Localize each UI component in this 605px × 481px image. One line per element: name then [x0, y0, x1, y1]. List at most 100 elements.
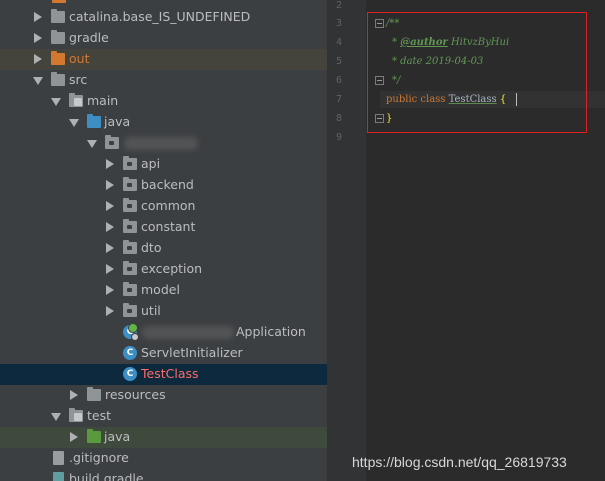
line-number: 6 — [335, 75, 342, 86]
tree-item-label: exception — [141, 261, 203, 276]
tree-item-test-java[interactable]: java — [0, 427, 327, 448]
tree-item-gradle[interactable]: gradle — [0, 28, 327, 49]
build-folder-partial[interactable] — [52, 0, 112, 3]
chevron-right-icon[interactable] — [34, 12, 42, 22]
line-number: 5 — [335, 56, 342, 67]
tree-item-gitignore[interactable]: .gitignore — [0, 448, 327, 469]
tree-item-label: java — [104, 114, 131, 129]
tree-item-label: ServletInitializer — [141, 345, 243, 360]
tree-item-servlet-initializer[interactable]: C ServletInitializer — [0, 343, 327, 364]
chevron-down-icon[interactable] — [69, 119, 79, 127]
chevron-right-icon[interactable] — [70, 432, 78, 442]
chevron-right-icon[interactable] — [106, 285, 114, 295]
chevron-down-icon[interactable] — [51, 98, 61, 106]
chevron-right-icon[interactable] — [106, 201, 114, 211]
package-icon — [123, 303, 137, 317]
tree-item-api[interactable]: api — [0, 154, 327, 175]
tree-item-label: common — [141, 198, 196, 213]
chevron-right-icon[interactable] — [106, 222, 114, 232]
package-icon — [123, 240, 137, 254]
tree-item-exception[interactable]: exception — [0, 259, 327, 280]
folder-icon — [51, 9, 65, 23]
tree-item-common[interactable]: common — [0, 196, 327, 217]
package-icon — [123, 219, 137, 233]
chevron-down-icon[interactable] — [51, 413, 61, 421]
excluded-folder-icon — [52, 0, 66, 3]
highlight-box — [367, 12, 587, 133]
tree-item-constant[interactable]: constant — [0, 217, 327, 238]
tree-item-dto[interactable]: dto — [0, 238, 327, 259]
editor-gutter — [328, 0, 366, 481]
chevron-down-icon[interactable] — [87, 140, 97, 148]
tree-item-test[interactable]: test — [0, 406, 327, 427]
class-icon: C — [123, 346, 137, 360]
package-icon — [123, 282, 137, 296]
chevron-right-icon[interactable] — [106, 159, 114, 169]
module-folder-icon — [69, 93, 83, 107]
tree-item-backend[interactable]: backend — [0, 175, 327, 196]
chevron-right-icon[interactable] — [34, 33, 42, 43]
folder-icon — [51, 72, 65, 86]
excluded-folder-icon — [51, 51, 65, 65]
tree-item-java[interactable]: java — [0, 112, 327, 133]
folder-icon — [51, 30, 65, 44]
watermark: https://blog.csdn.net/qq_26819733 — [352, 454, 567, 470]
package-icon — [123, 261, 137, 275]
tree-item-label: model — [141, 282, 180, 297]
tree-item-catalina[interactable]: catalina.base_IS_UNDEFINED — [0, 7, 327, 28]
tree-item-label: build.gradle — [69, 471, 144, 481]
tree-item-out[interactable]: out — [0, 49, 327, 70]
tree-item-label: catalina.base_IS_UNDEFINED — [69, 9, 251, 24]
tree-item-label: gradle — [69, 30, 109, 45]
tree-item-testclass[interactable]: C TestClass — [0, 364, 327, 385]
chevron-right-icon[interactable] — [106, 306, 114, 316]
tree-item-label: resources — [105, 387, 166, 402]
package-icon — [123, 177, 137, 191]
project-tree: catalina.base_IS_UNDEFINED gradle out sr… — [0, 0, 327, 481]
redacted-class-prefix — [142, 326, 234, 339]
tree-item-label: backend — [141, 177, 194, 192]
tree-item-label: main — [87, 93, 119, 108]
line-number: 4 — [335, 37, 342, 48]
tree-item-root-package[interactable] — [0, 133, 327, 154]
chevron-right-icon[interactable] — [70, 390, 78, 400]
tree-item-label: util — [141, 303, 161, 318]
tree-item-src[interactable]: src — [0, 70, 327, 91]
tree-item-application[interactable]: C Application — [0, 322, 327, 343]
package-icon — [123, 198, 137, 212]
chevron-right-icon[interactable] — [106, 243, 114, 253]
tree-item-label: java — [104, 429, 131, 444]
package-icon — [105, 135, 119, 149]
chevron-right-icon[interactable] — [106, 264, 114, 274]
module-folder-icon — [69, 408, 83, 422]
tree-item-build-gradle[interactable]: build.gradle — [0, 469, 327, 481]
tree-item-model[interactable]: model — [0, 280, 327, 301]
line-number: 3 — [335, 18, 342, 29]
tree-item-label: api — [141, 156, 161, 171]
class-icon: C — [123, 367, 137, 381]
tree-item-label: dto — [141, 240, 162, 255]
tree-item-label: out — [69, 51, 90, 66]
chevron-down-icon[interactable] — [33, 77, 43, 85]
tree-item-main[interactable]: main — [0, 91, 327, 112]
resources-folder-icon — [87, 387, 101, 401]
line-number: 9 — [335, 132, 342, 143]
test-source-folder-icon — [87, 429, 101, 443]
tree-item-resources[interactable]: resources — [0, 385, 327, 406]
tree-item-label: .gitignore — [69, 450, 129, 465]
chevron-right-icon[interactable] — [34, 54, 42, 64]
gradle-file-icon — [53, 472, 64, 481]
line-number: 7 — [335, 94, 342, 105]
tree-item-label: constant — [141, 219, 196, 234]
tree-item-label: src — [69, 72, 88, 87]
line-number: 8 — [335, 113, 342, 124]
redacted-package-name — [124, 137, 198, 150]
tree-item-util[interactable]: util — [0, 301, 327, 322]
spring-boot-class-icon: C — [123, 323, 139, 341]
tree-item-label: test — [87, 408, 112, 423]
source-folder-icon — [87, 114, 101, 128]
package-icon — [123, 156, 137, 170]
file-icon — [53, 451, 64, 465]
chevron-right-icon[interactable] — [106, 180, 114, 190]
tree-item-label: Application — [236, 324, 306, 339]
